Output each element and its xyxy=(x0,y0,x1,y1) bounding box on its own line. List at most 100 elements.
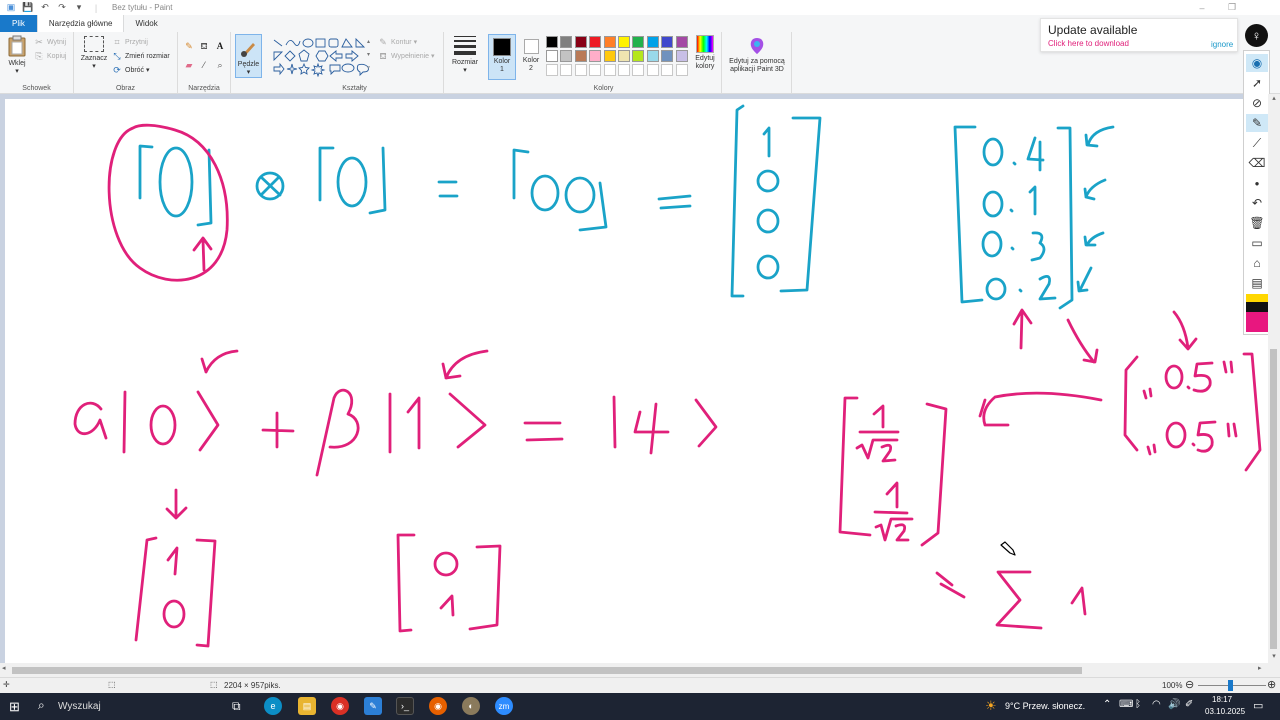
update-notification[interactable]: Update available Click here to download … xyxy=(1040,18,1238,52)
gimp-icon[interactable]: ◐ xyxy=(462,697,480,715)
select-button[interactable]: Zaznacz ▾ xyxy=(78,36,110,71)
eraser-icon[interactable]: ▰ xyxy=(184,60,194,70)
palette-swatch[interactable] xyxy=(574,36,587,48)
update-ignore-link[interactable]: ignore xyxy=(1211,40,1233,49)
tab-home[interactable]: Narzędzia główne xyxy=(36,15,125,32)
trash-icon[interactable]: 🗑 xyxy=(1246,214,1268,232)
swatch-black[interactable] xyxy=(1246,302,1268,312)
undo-icon[interactable]: ↶ xyxy=(1246,194,1268,212)
palette-swatch[interactable] xyxy=(589,36,602,48)
volume-icon[interactable]: 🔊 xyxy=(1168,699,1180,710)
shapes-gallery[interactable] xyxy=(272,37,372,77)
update-download-link[interactable]: Click here to download xyxy=(1048,39,1129,48)
whiteboard-icon[interactable]: ▭ xyxy=(1246,234,1268,252)
cut-button[interactable]: ✂ Wytnij xyxy=(34,37,66,47)
edge-icon[interactable]: e xyxy=(264,697,282,715)
minimize-button[interactable]: – xyxy=(1188,0,1216,15)
palette-swatch[interactable] xyxy=(589,50,602,62)
bluetooth-icon[interactable]: ᛒ xyxy=(1135,699,1141,710)
notifications-icon[interactable]: ▭ xyxy=(1253,699,1263,712)
outline-button[interactable]: ✎ Kontur ▾ xyxy=(378,37,417,47)
palette-swatch[interactable] xyxy=(675,50,688,62)
rotate-button[interactable]: ⟳ Obróć ▾ xyxy=(112,65,149,75)
palette-swatch[interactable] xyxy=(560,36,573,48)
palette-swatch[interactable] xyxy=(560,50,573,62)
tab-file[interactable]: Plik xyxy=(0,15,37,32)
palette-custom-slot[interactable] xyxy=(574,64,587,76)
scroll-thumb[interactable] xyxy=(12,667,1082,674)
text-icon[interactable]: A xyxy=(215,41,225,51)
zoom-in-button[interactable]: ⊕ xyxy=(1267,678,1276,691)
search-icon[interactable]: ⌕ xyxy=(38,698,45,713)
pen-icon[interactable]: ✐ xyxy=(1185,699,1193,710)
palette-custom-slot[interactable] xyxy=(589,64,602,76)
chrome-icon[interactable]: ◉ xyxy=(331,697,349,715)
scroll-down-icon[interactable]: ▾ xyxy=(1268,652,1280,663)
paint-icon[interactable]: ✎ xyxy=(364,697,382,715)
paint3d-button[interactable]: Edytuj za pomocą aplikacji Paint 3D xyxy=(725,37,789,74)
quick-access-dropdown-icon[interactable]: ▾ xyxy=(73,2,85,13)
palette-swatch[interactable] xyxy=(546,50,558,62)
scroll-left-icon[interactable]: ◂ xyxy=(2,664,6,672)
zoom-app-icon[interactable]: zm xyxy=(495,697,513,715)
scroll-up-icon[interactable]: ▴ xyxy=(1268,94,1280,106)
shapes-scroll[interactable]: ▴ ▾ ▿ xyxy=(367,36,370,75)
eraser-icon[interactable]: ⌫ xyxy=(1246,154,1268,172)
palette-swatch[interactable] xyxy=(675,36,688,48)
resize-button[interactable]: ⤡ Zmień rozmiar xyxy=(112,51,169,61)
size-button[interactable]: Rozmiar ▾ xyxy=(449,36,481,75)
camera-icon[interactable]: ⌂ xyxy=(1246,254,1268,272)
color1-button[interactable]: Kolor 1 xyxy=(488,34,516,80)
marker-icon[interactable]: ✎ xyxy=(1246,114,1268,132)
swatch-magenta[interactable] xyxy=(1246,312,1268,332)
crop-button[interactable]: ⌗ Przytnij xyxy=(112,37,148,47)
chevron-up-icon[interactable]: ⌃ xyxy=(1103,699,1111,710)
clipboard-icon[interactable]: ▤ xyxy=(1246,274,1268,292)
palette-custom-slot[interactable] xyxy=(546,64,558,76)
firefox-icon[interactable]: ◉ xyxy=(429,697,447,715)
clock-date[interactable]: 03.10.2025 xyxy=(1205,707,1245,716)
edit-colors-button[interactable]: Edytuj kolory xyxy=(690,35,720,71)
paste-button[interactable]: Wklej ▾ xyxy=(4,35,30,76)
palette-swatch[interactable] xyxy=(574,50,587,62)
brushes-button[interactable]: Pędzle ▾ xyxy=(235,34,262,78)
zoom-out-button[interactable]: ⊖ xyxy=(1185,678,1194,691)
terminal-icon[interactable]: ›_ xyxy=(396,697,414,715)
palette-swatch[interactable] xyxy=(603,50,616,62)
palette-swatch[interactable] xyxy=(546,36,558,48)
wifi-icon[interactable]: ◠ xyxy=(1152,699,1161,710)
palette-custom-slot[interactable] xyxy=(646,64,659,76)
palette-custom-slot[interactable] xyxy=(618,64,630,76)
drawing-canvas[interactable] xyxy=(5,99,1268,663)
palette-swatch[interactable] xyxy=(632,36,645,48)
color-picker-icon[interactable]: ⁄ xyxy=(199,60,209,70)
redo-icon[interactable]: ↷ xyxy=(56,2,68,13)
vertical-scrollbar[interactable]: ▴ ▾ xyxy=(1268,94,1280,663)
scroll-right-icon[interactable]: ▸ xyxy=(1258,664,1262,672)
undo-icon[interactable]: ↶ xyxy=(39,2,51,13)
weather-text[interactable]: 9°C Przew. słonecz. xyxy=(1005,701,1085,711)
palette-custom-slot[interactable] xyxy=(632,64,645,76)
palette-custom-slot[interactable] xyxy=(603,64,616,76)
magnifier-icon[interactable]: ⌕ xyxy=(215,60,225,70)
palette-swatch[interactable] xyxy=(603,36,616,48)
palette-custom-slot[interactable] xyxy=(560,64,573,76)
keyboard-icon[interactable]: ⌨ xyxy=(1119,699,1133,710)
horizontal-scrollbar[interactable]: ◂ ▸ xyxy=(0,663,1280,677)
taskbar-search[interactable]: Wyszukaj xyxy=(58,701,101,712)
save-icon[interactable]: 💾 xyxy=(22,2,34,13)
file-explorer-icon[interactable]: ▤ xyxy=(298,697,316,715)
scroll-thumb[interactable] xyxy=(1270,349,1277,649)
clock-time[interactable]: 18:17 xyxy=(1212,695,1232,704)
eye-icon[interactable]: ◉ xyxy=(1246,54,1268,72)
palette-swatch[interactable] xyxy=(618,36,630,48)
overlay-app-logo-icon[interactable]: ♀ xyxy=(1245,24,1268,47)
palette-swatch[interactable] xyxy=(646,36,659,48)
pencil-icon[interactable]: ✎ xyxy=(184,41,194,51)
swatch-yellow[interactable] xyxy=(1246,294,1268,302)
cursor-icon[interactable]: ➚ xyxy=(1246,74,1268,92)
line-icon[interactable]: ⟋ xyxy=(1246,134,1268,152)
color2-button[interactable]: Kolor 2 xyxy=(518,34,544,80)
fill-button[interactable]: ⛾ Wypełnienie ▾ xyxy=(378,51,434,61)
maximize-button[interactable]: ❐ xyxy=(1218,0,1246,15)
